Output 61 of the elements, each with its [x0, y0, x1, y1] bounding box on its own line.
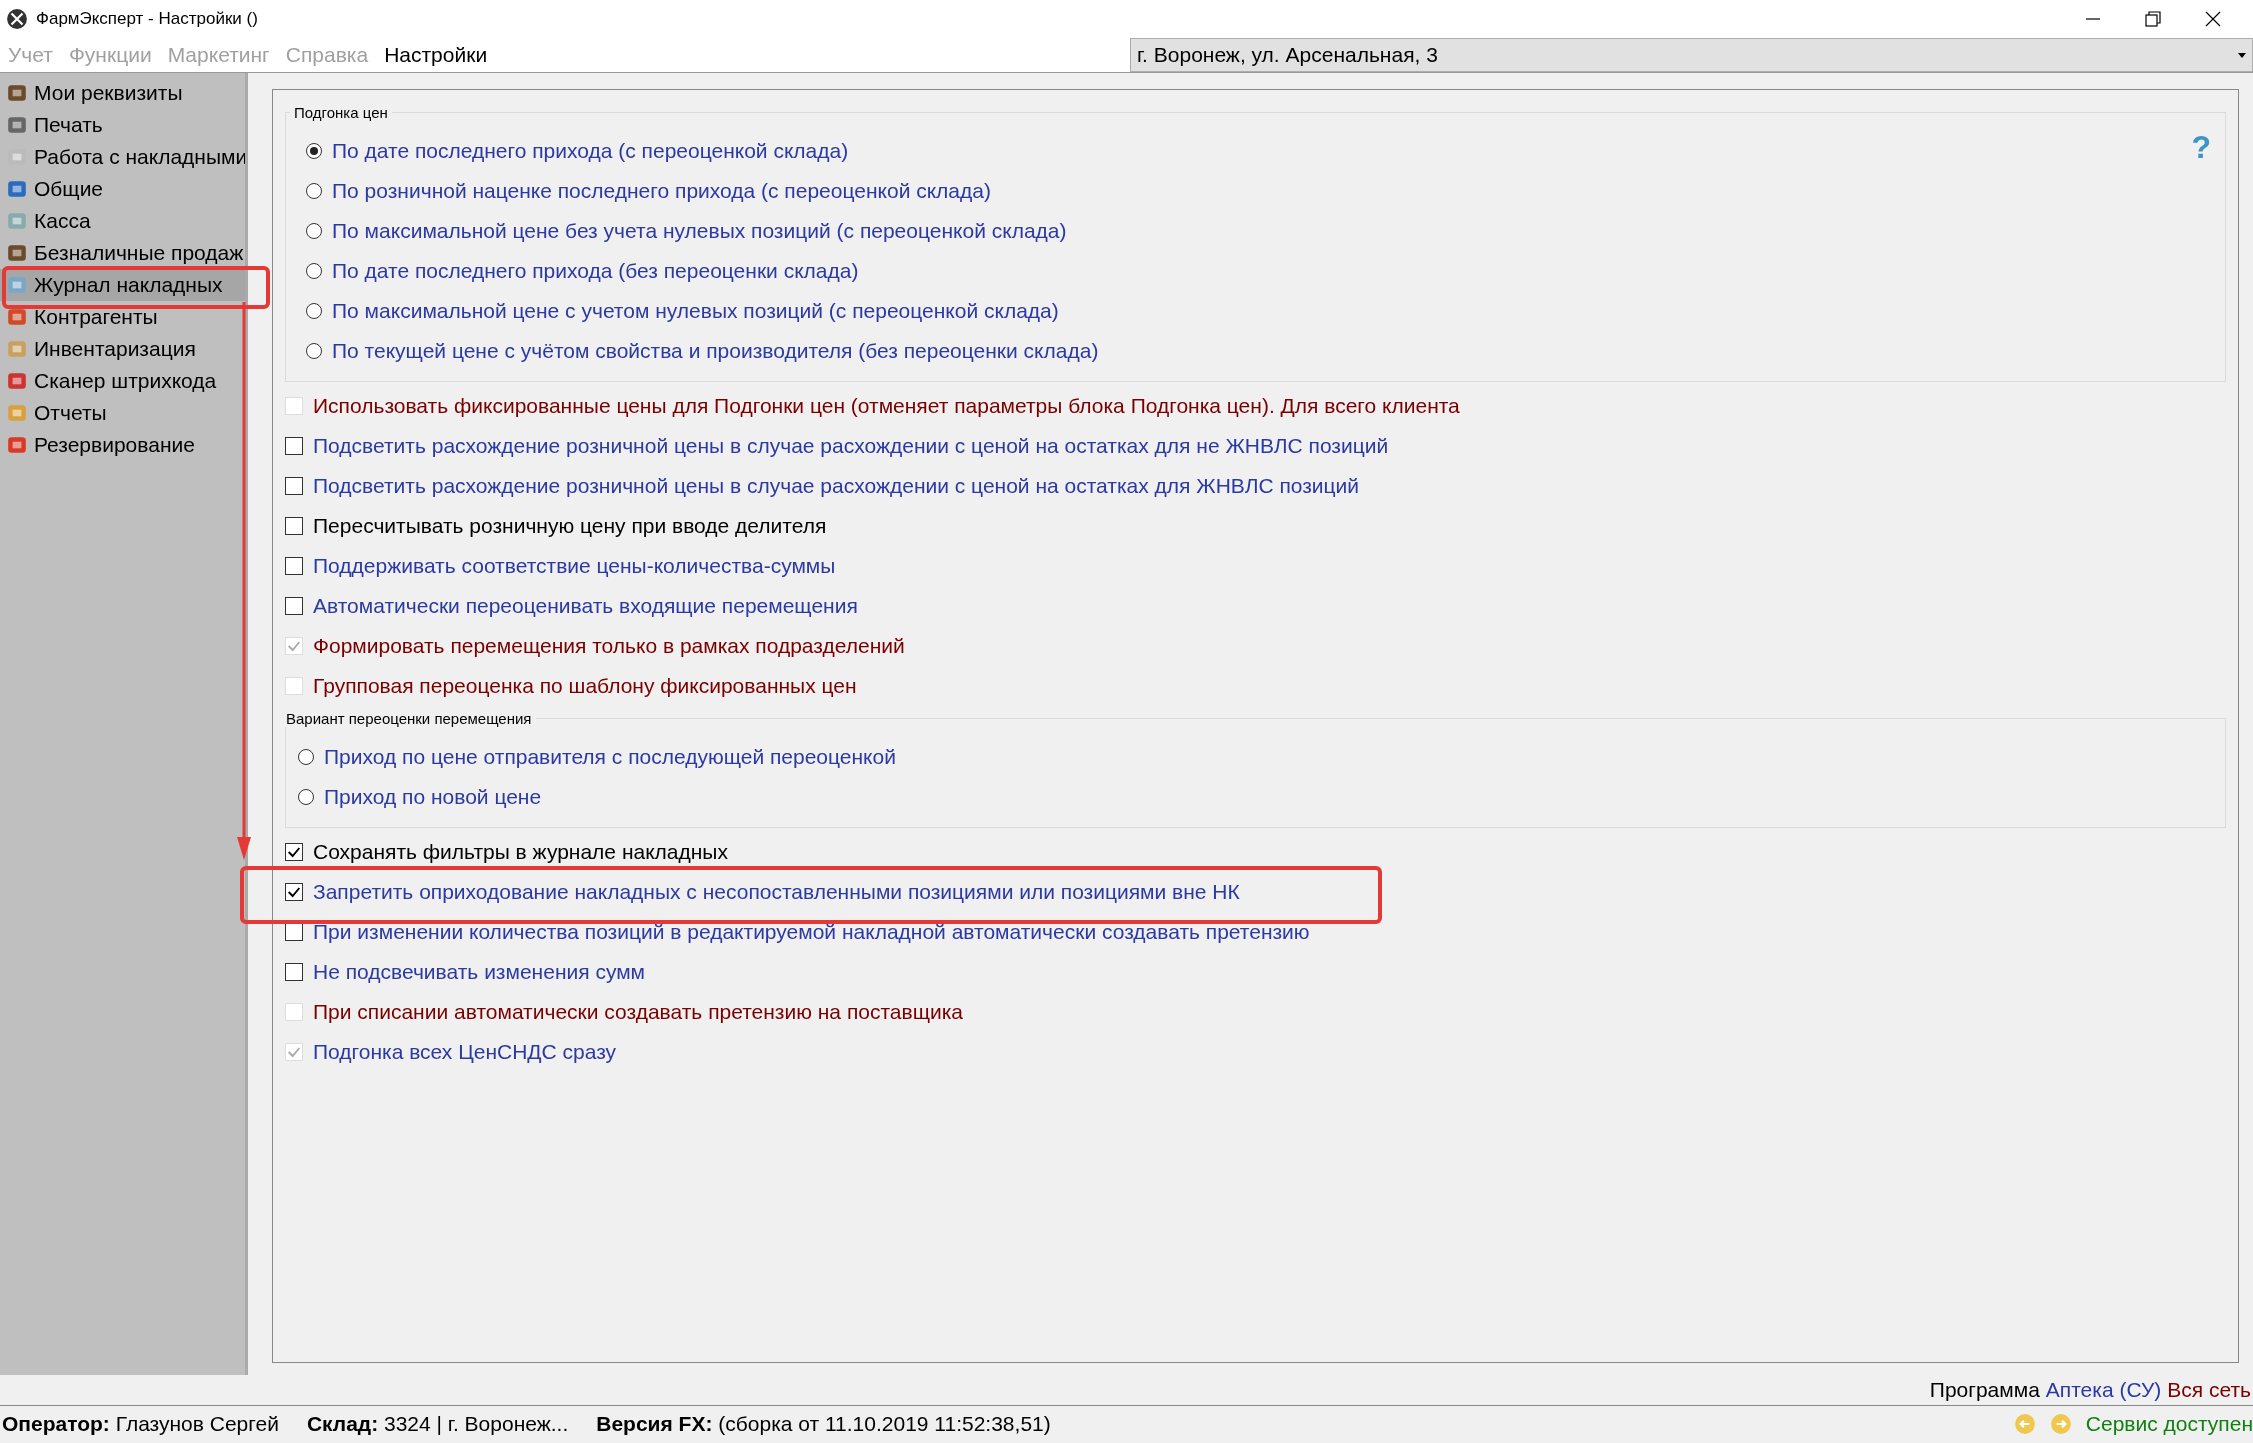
sidebar-item[interactable]: Мои реквизиты	[0, 77, 245, 109]
checkbox[interactable]	[285, 477, 303, 495]
checkbox-label[interactable]: При изменении количества позиций в редактируемой накладной автоматически создавать претензию	[313, 920, 1310, 944]
checkbox[interactable]	[285, 963, 303, 981]
radio-button[interactable]	[306, 303, 322, 319]
checkbox-label[interactable]: Поддерживать соответствие цены-количества-суммы	[313, 554, 836, 578]
checkbox[interactable]	[285, 517, 303, 535]
radio-button[interactable]	[306, 223, 322, 239]
dropdown-arrow-icon	[2238, 52, 2246, 58]
sidebar-item[interactable]: Касса	[0, 205, 245, 237]
checkbox-label[interactable]: Пересчитывать розничную цену при вводе делителя	[313, 514, 827, 538]
status-field: Склад: 3324 | г. Воронеж...	[306, 1412, 569, 1436]
checkbox[interactable]	[285, 557, 303, 575]
radio-label[interactable]: По дате последнего прихода (без переоценки склада)	[332, 259, 859, 283]
restore-icon[interactable]	[2143, 9, 2163, 29]
program-name: Аптека (СУ)	[2045, 1378, 2162, 1402]
radio-button[interactable]	[306, 143, 322, 159]
group-title: Вариант переоценки перемещения	[285, 710, 533, 727]
sidebar-item[interactable]: Отчеты	[0, 397, 245, 429]
sidebar-item[interactable]: Сканер штрихкода	[0, 365, 245, 397]
radio-button[interactable]	[298, 749, 314, 765]
checkbox-label[interactable]: Запретить оприходование накладных с несопоставленными позициями или позициями вне НК	[313, 880, 1240, 904]
radio-button[interactable]	[298, 789, 314, 805]
network-scope: Вся сеть	[2167, 1378, 2251, 1402]
checkbox-label[interactable]: Подсветить расхождение розничной цены в случае расхождении с ценой на остатках для не ЖНВЛС позиций	[313, 434, 1389, 458]
program-label: Программа	[1929, 1378, 2040, 1402]
close-icon[interactable]	[2203, 9, 2223, 29]
status-field: Оператор: Глазунов Сергей	[2, 1412, 279, 1436]
radio-label[interactable]: По текущей цене с учётом свойства и производителя (без переоценки склада)	[332, 339, 1099, 363]
sidebar-item[interactable]: Безналичные продаж	[0, 237, 245, 269]
radio-button[interactable]	[306, 343, 322, 359]
store-select[interactable]: г. Воронеж, ул. Арсенальная, 3	[1130, 38, 2253, 72]
service-status: Сервис доступен	[2085, 1412, 2253, 1436]
radio-label[interactable]: Приход по цене отправителя с последующей переоценкой	[324, 745, 896, 769]
checkbox-label[interactable]: Автоматически переоценивать входящие перемещения	[313, 594, 858, 618]
radio-label[interactable]: По максимальной цене без учета нулевых позиций (с переоценкой склада)	[332, 219, 1067, 243]
checkbox-label[interactable]: Не подсвечивать изменения сумм	[313, 960, 646, 984]
radio-label[interactable]: Приход по новой цене	[324, 785, 542, 809]
sidebar-item[interactable]: Печать	[0, 109, 245, 141]
checkbox[interactable]	[285, 437, 303, 455]
radio-label[interactable]: По розничной наценке последнего прихода (с переоценкой склада)	[332, 179, 991, 203]
window-title: ФармЭксперт - Настройки ()	[36, 9, 258, 29]
sidebar-item[interactable]: Общие	[0, 173, 245, 205]
sidebar-item[interactable]: Резервирование	[0, 429, 245, 461]
sidebar-item[interactable]: Журнал накладных	[0, 269, 245, 301]
checkbox[interactable]	[285, 843, 303, 861]
sidebar-item[interactable]: Работа с накладными	[0, 141, 245, 173]
checkbox[interactable]	[285, 597, 303, 615]
sidebar-item[interactable]: Контрагенты	[0, 301, 245, 333]
checkbox-label[interactable]: Подсветить расхождение розничной цены в случае расхождении с ценой на остатках для ЖНВЛС позиций	[313, 474, 1360, 498]
app-logo-icon	[6, 8, 28, 30]
radio-button[interactable]	[306, 263, 322, 279]
status-field: Версия FX: (сборка от 11.10.2019 11:52:38,51)	[596, 1412, 1051, 1436]
radio-label[interactable]: По дате последнего прихода (с переоценкой склада)	[332, 139, 849, 163]
sidebar-item[interactable]: Инвентаризация	[0, 333, 245, 365]
checkbox[interactable]	[285, 883, 303, 901]
checkbox-label[interactable]: Сохранять фильтры в журнале накладных	[313, 840, 728, 864]
menu-item[interactable]: Настройки	[384, 43, 488, 67]
radio-button[interactable]	[306, 183, 322, 199]
group-title: Подгонка цен	[293, 104, 389, 121]
radio-label[interactable]: По максимальной цене с учетом нулевых позиций (с переоценкой склада)	[332, 299, 1059, 323]
